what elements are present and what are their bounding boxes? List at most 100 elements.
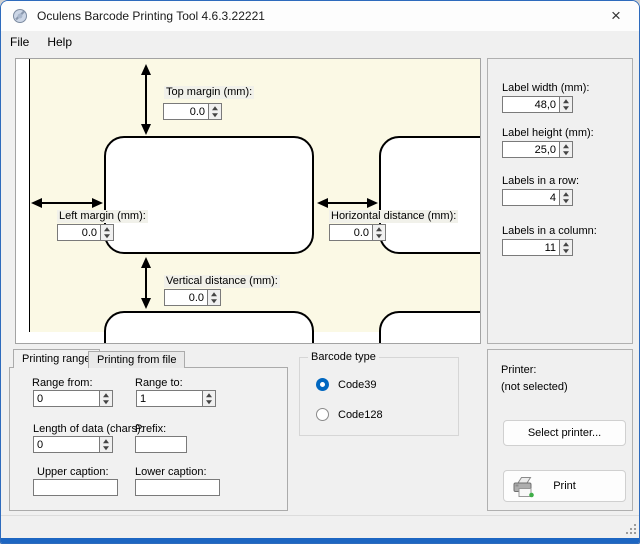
app-window: Oculens Barcode Printing Tool 4.6.3.2222… bbox=[0, 0, 640, 544]
left-margin-label: Left margin (mm): bbox=[57, 210, 148, 223]
spin-up-button[interactable] bbox=[101, 225, 113, 233]
window-bottom-border bbox=[1, 538, 639, 543]
tab-label: Printing from file bbox=[97, 354, 176, 366]
lower-caption-label: Lower caption: bbox=[135, 466, 207, 479]
spin-down-button[interactable] bbox=[560, 150, 572, 158]
range-from-label: Range from: bbox=[32, 377, 93, 390]
labels-in-row-input[interactable] bbox=[502, 189, 560, 206]
spin-down-button[interactable] bbox=[373, 233, 385, 241]
label-height-label: Label height (mm): bbox=[502, 127, 594, 140]
labels-in-row-spinner bbox=[502, 189, 573, 206]
app-icon bbox=[12, 8, 28, 24]
lower-caption-input[interactable] bbox=[135, 479, 220, 496]
spin-down-button[interactable] bbox=[560, 198, 572, 206]
spin-down-button[interactable] bbox=[203, 399, 215, 407]
top-margin-label: Top margin (mm): bbox=[164, 86, 254, 99]
spin-up-button[interactable] bbox=[560, 190, 572, 198]
barcode-type-group: Barcode type Code39 Code128 bbox=[299, 357, 459, 436]
vertical-distance-input[interactable] bbox=[164, 289, 208, 306]
radio-code39[interactable]: Code39 bbox=[316, 378, 377, 391]
tab-printing-range[interactable]: Printing range bbox=[13, 349, 100, 368]
spinner-buttons bbox=[209, 103, 222, 120]
spin-up-button[interactable] bbox=[209, 104, 221, 112]
spin-up-button[interactable] bbox=[100, 391, 112, 399]
radio-selected-icon bbox=[316, 378, 329, 391]
spin-down-button[interactable] bbox=[100, 445, 112, 453]
horizontal-distance-label: Horizontal distance (mm): bbox=[329, 210, 458, 223]
length-of-data-spinner bbox=[33, 436, 113, 453]
spin-down-button[interactable] bbox=[100, 399, 112, 407]
label-width-spinner bbox=[502, 96, 573, 113]
label-settings-panel: Label width (mm): Label height (mm): Lab… bbox=[487, 58, 633, 344]
close-icon: × bbox=[611, 6, 621, 26]
spin-down-button[interactable] bbox=[101, 233, 113, 241]
labels-in-column-spinner bbox=[502, 239, 573, 256]
spin-up-button[interactable] bbox=[203, 391, 215, 399]
label-shape-bottom-right bbox=[379, 311, 481, 344]
vertical-distance-spinner bbox=[164, 289, 221, 306]
print-button[interactable]: Print bbox=[503, 470, 626, 502]
top-margin-input[interactable] bbox=[163, 103, 209, 120]
spin-up-button[interactable] bbox=[560, 142, 572, 150]
spin-up-button[interactable] bbox=[373, 225, 385, 233]
length-of-data-input[interactable] bbox=[33, 436, 100, 453]
spin-down-button[interactable] bbox=[560, 105, 572, 113]
label-shape-right bbox=[379, 136, 481, 254]
top-margin-spinner bbox=[163, 103, 222, 120]
label-shape-main bbox=[104, 136, 314, 254]
printer-status: (not selected) bbox=[501, 381, 568, 394]
spin-down-button[interactable] bbox=[560, 248, 572, 256]
upper-caption-input[interactable] bbox=[33, 479, 118, 496]
spinner-buttons bbox=[560, 189, 573, 206]
label-height-spinner bbox=[502, 141, 573, 158]
label-shape-bottom bbox=[104, 311, 314, 344]
horizontal-distance-input[interactable] bbox=[329, 224, 373, 241]
label-layout-preview: Top margin (mm): Left margin (mm): Horiz… bbox=[15, 58, 481, 344]
close-button[interactable]: × bbox=[593, 1, 639, 31]
label-width-label: Label width (mm): bbox=[502, 82, 589, 95]
printer-label: Printer: bbox=[501, 364, 536, 377]
radio-code128[interactable]: Code128 bbox=[316, 408, 383, 421]
upper-caption-label: Upper caption: bbox=[37, 466, 109, 479]
printer-icon bbox=[511, 475, 537, 499]
labels-in-row-label: Labels in a row: bbox=[502, 175, 579, 188]
spin-up-button[interactable] bbox=[208, 290, 220, 298]
radio-label: Code128 bbox=[338, 409, 383, 421]
range-from-input[interactable] bbox=[33, 390, 100, 407]
horizontal-distance-spinner bbox=[329, 224, 386, 241]
resize-grip[interactable] bbox=[624, 522, 637, 538]
spinner-buttons bbox=[208, 289, 221, 306]
window-title: Oculens Barcode Printing Tool 4.6.3.2222… bbox=[37, 9, 265, 23]
label-width-input[interactable] bbox=[502, 96, 560, 113]
labels-in-column-input[interactable] bbox=[502, 239, 560, 256]
spin-down-button[interactable] bbox=[209, 112, 221, 120]
spin-up-button[interactable] bbox=[560, 240, 572, 248]
left-margin-input[interactable] bbox=[57, 224, 101, 241]
print-button-label: Print bbox=[553, 480, 576, 492]
status-bar bbox=[1, 515, 639, 540]
spinner-buttons bbox=[560, 96, 573, 113]
vertical-distance-label: Vertical distance (mm): bbox=[164, 275, 280, 288]
left-margin-spinner bbox=[57, 224, 114, 241]
prefix-label: Prefix: bbox=[135, 423, 166, 436]
spin-up-button[interactable] bbox=[560, 97, 572, 105]
tab-printing-from-file[interactable]: Printing from file bbox=[88, 351, 185, 368]
labels-in-column-label: Labels in a column: bbox=[502, 225, 597, 238]
prefix-input[interactable] bbox=[135, 436, 187, 453]
label-height-input[interactable] bbox=[502, 141, 560, 158]
length-of-data-label: Length of data (chars): bbox=[33, 423, 144, 436]
printer-panel: Printer: (not selected) Select printer..… bbox=[487, 349, 633, 511]
spinner-buttons bbox=[373, 224, 386, 241]
select-printer-button[interactable]: Select printer... bbox=[503, 420, 626, 446]
menu-file[interactable]: File bbox=[1, 32, 38, 53]
radio-unselected-icon bbox=[316, 408, 329, 421]
printing-range-tab-page: Range from: Range to: Length of data (ch… bbox=[9, 367, 288, 511]
tab-label: Printing range bbox=[22, 353, 91, 365]
range-to-input[interactable] bbox=[136, 390, 203, 407]
range-to-label: Range to: bbox=[135, 377, 183, 390]
spin-down-button[interactable] bbox=[208, 298, 220, 306]
menu-help[interactable]: Help bbox=[38, 32, 81, 53]
spin-up-button[interactable] bbox=[100, 437, 112, 445]
radio-label: Code39 bbox=[338, 379, 377, 391]
range-to-spinner bbox=[136, 390, 216, 407]
